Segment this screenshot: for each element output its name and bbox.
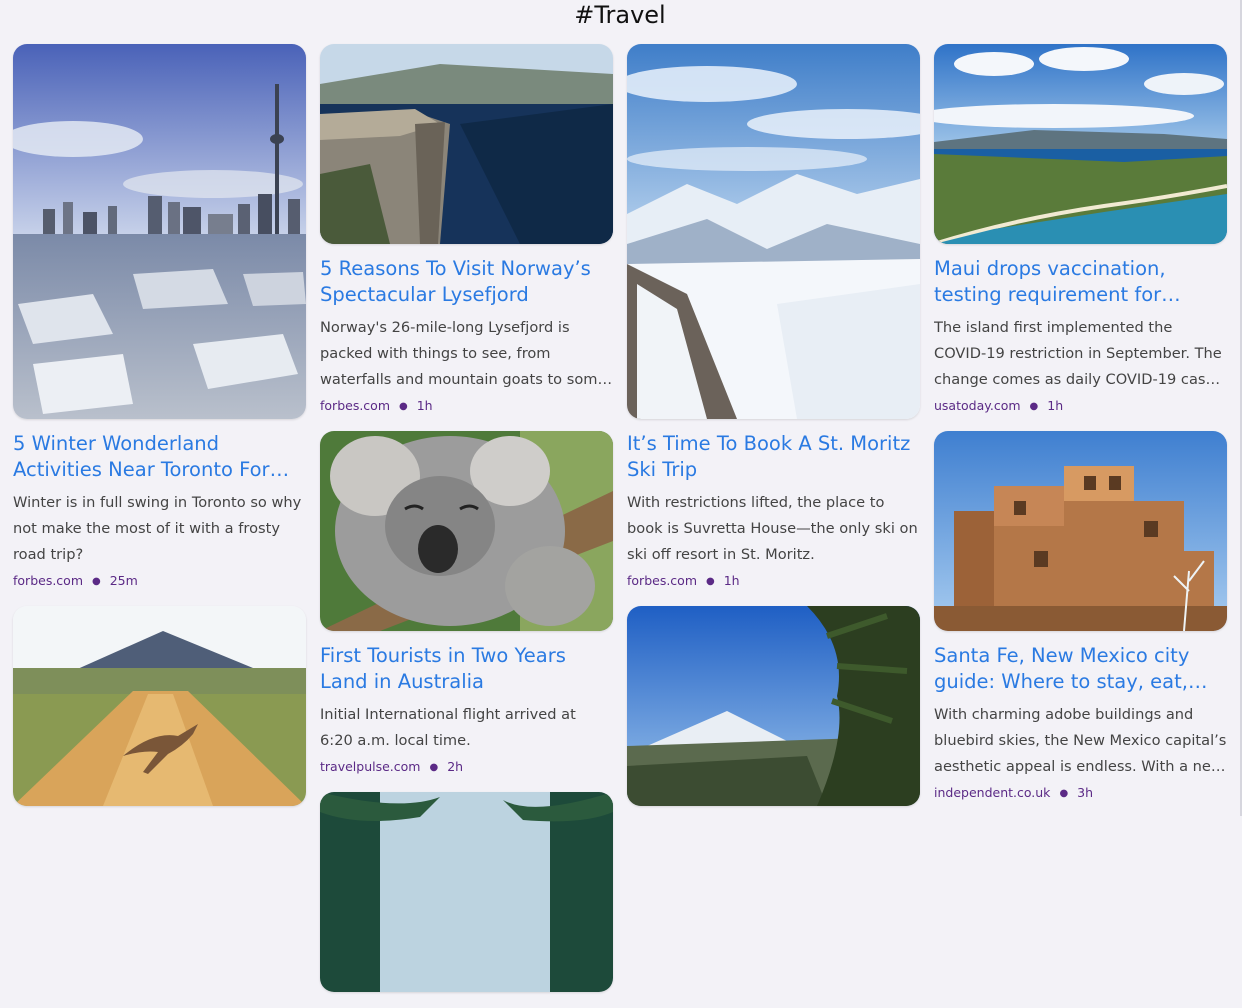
separator-dot: ● bbox=[1029, 401, 1039, 412]
article-card[interactable]: Maui drops vaccination, testing requirem… bbox=[934, 44, 1227, 415]
article-meta: independent.co.uk ● 3h bbox=[934, 785, 1227, 802]
article-title[interactable]: It’s Time To Book A St. Moritz Ski Trip bbox=[627, 431, 920, 483]
teide-volcano-pines-image[interactable] bbox=[627, 606, 920, 806]
lysefjord-cliff-image[interactable] bbox=[320, 44, 613, 244]
feed-column-3: It’s Time To Book A St. Moritz Ski Trip … bbox=[627, 44, 920, 822]
article-title[interactable]: First Tourists in Two Years Land in Aust… bbox=[320, 643, 613, 695]
article-source[interactable]: independent.co.uk bbox=[934, 785, 1050, 800]
article-card[interactable]: 5 Winter Wonderland Activities Near Toro… bbox=[13, 44, 306, 590]
article-description: Winter is in full swing in Toronto so wh… bbox=[13, 494, 302, 563]
article-card[interactable]: 5 Reasons To Visit Norway’s Spectacular … bbox=[320, 44, 613, 415]
maui-coast-image[interactable] bbox=[934, 44, 1227, 244]
article-title[interactable]: 5 Reasons To Visit Norway’s Spectacular … bbox=[320, 256, 613, 308]
article-meta: forbes.com ● 1h bbox=[320, 398, 613, 415]
article-meta: forbes.com ● 1h bbox=[627, 573, 920, 590]
separator-dot: ● bbox=[1059, 788, 1069, 799]
separator-dot: ● bbox=[706, 576, 715, 587]
article-age: 3h bbox=[1077, 785, 1094, 800]
article-description: With restrictions lifted, the place to b… bbox=[627, 494, 918, 563]
article-age: 1h bbox=[723, 573, 740, 588]
kangaroo-road-mountain-image[interactable] bbox=[13, 606, 306, 806]
toronto-ice-skyline-image[interactable] bbox=[13, 44, 306, 419]
article-meta: forbes.com ● 25m bbox=[13, 573, 306, 590]
article-age: 1h bbox=[416, 398, 433, 413]
article-card[interactable]: It’s Time To Book A St. Moritz Ski Trip … bbox=[627, 44, 920, 590]
article-source[interactable]: travelpulse.com bbox=[320, 759, 420, 774]
article-card[interactable] bbox=[13, 606, 306, 806]
santa-fe-adobe-image[interactable] bbox=[934, 431, 1227, 631]
separator-dot: ● bbox=[92, 576, 101, 587]
article-title[interactable]: Santa Fe, New Mexico city guide: Where t… bbox=[934, 643, 1227, 695]
article-card[interactable] bbox=[320, 792, 613, 992]
article-source[interactable]: forbes.com bbox=[627, 573, 697, 588]
article-source[interactable]: usatoday.com bbox=[934, 398, 1021, 413]
koala-image[interactable] bbox=[320, 431, 613, 631]
palm-trees-image[interactable] bbox=[320, 792, 613, 992]
separator-dot: ● bbox=[429, 762, 439, 773]
article-title[interactable]: Maui drops vaccination, testing requirem… bbox=[934, 256, 1227, 308]
snowy-alps-image[interactable] bbox=[627, 44, 920, 419]
article-age: 1h bbox=[1047, 398, 1064, 413]
article-description: Initial International flight arrived at … bbox=[320, 706, 576, 749]
feed-column-2: 5 Reasons To Visit Norway’s Spectacular … bbox=[320, 44, 613, 1008]
article-description: The island first implemented the COVID-1… bbox=[934, 319, 1223, 388]
feed-column-4: Maui drops vaccination, testing requirem… bbox=[934, 44, 1227, 818]
article-card[interactable]: First Tourists in Two Years Land in Aust… bbox=[320, 431, 613, 776]
article-source[interactable]: forbes.com bbox=[320, 398, 390, 413]
article-title[interactable]: 5 Winter Wonderland Activities Near Toro… bbox=[13, 431, 306, 483]
page-title: #Travel bbox=[574, 1, 666, 29]
feed-column-1: 5 Winter Wonderland Activities Near Toro… bbox=[13, 44, 306, 822]
article-meta: usatoday.com ● 1h bbox=[934, 398, 1227, 415]
article-description: With charming adobe buildings and bluebi… bbox=[934, 706, 1227, 775]
article-card[interactable]: Santa Fe, New Mexico city guide: Where t… bbox=[934, 431, 1227, 802]
article-age: 2h bbox=[447, 759, 464, 774]
separator-dot: ● bbox=[399, 401, 408, 412]
article-description: Norway's 26-mile-long Lysefjord is packe… bbox=[320, 319, 607, 388]
article-card[interactable] bbox=[627, 606, 920, 806]
article-source[interactable]: forbes.com bbox=[13, 573, 83, 588]
article-meta: travelpulse.com ● 2h bbox=[320, 759, 613, 776]
article-age: 25m bbox=[109, 573, 138, 588]
